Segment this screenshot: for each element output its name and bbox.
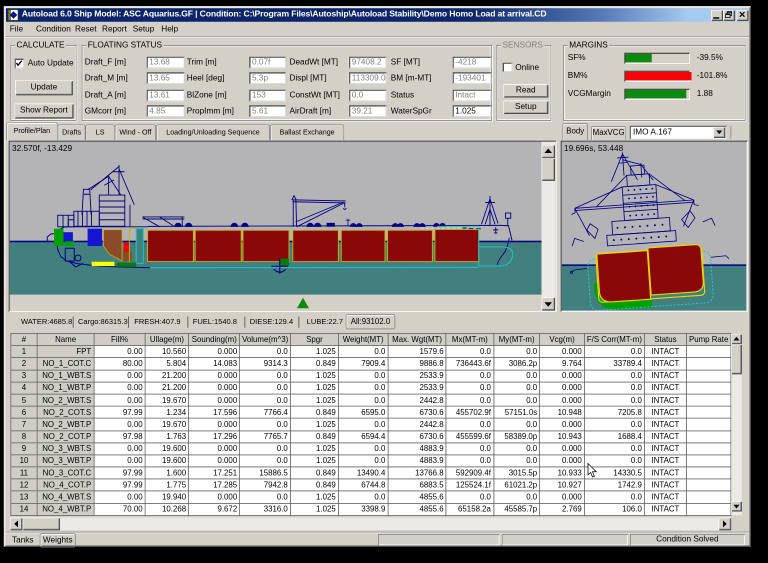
svg-text:32.570f, -13.429: 32.570f, -13.429 (12, 144, 73, 153)
svg-text:19.696s, 53.448: 19.696s, 53.448 (564, 144, 624, 153)
